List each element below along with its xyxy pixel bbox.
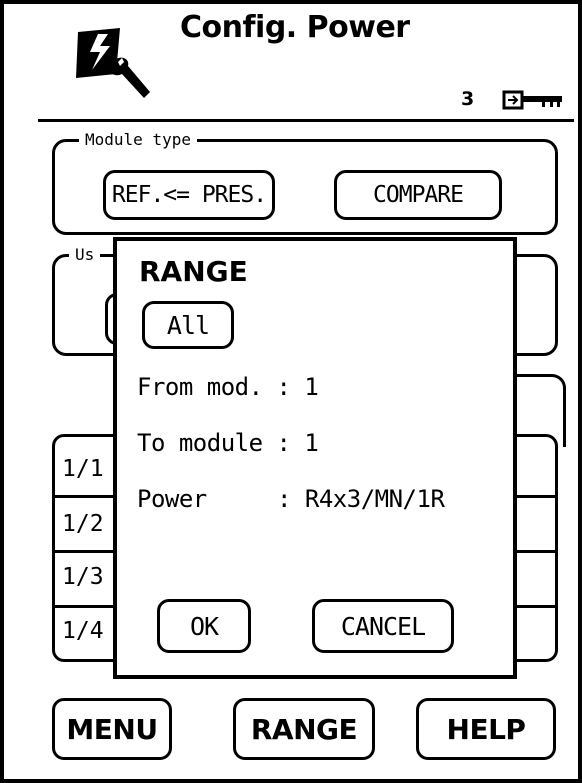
all-button[interactable]: All (142, 301, 234, 349)
config-power-icon (76, 28, 150, 98)
dialog-title: RANGE (139, 255, 248, 288)
from-module-label: From mod. : 1 (137, 373, 319, 401)
table-row-label[interactable]: 1/2 (62, 511, 104, 537)
table-row-label[interactable]: 1/3 (62, 564, 104, 590)
help-button[interactable]: HELP (416, 698, 556, 760)
compare-button[interactable]: COMPARE (334, 170, 502, 220)
page-title: Config. Power (180, 10, 410, 45)
power-label: Power (137, 485, 207, 513)
user-group-legend: Us (69, 245, 101, 264)
table-row-label[interactable]: 1/4 (62, 618, 104, 644)
ok-button[interactable]: OK (157, 599, 251, 653)
screen-frame: Config. Power 3 Module type REF.<= PRES.… (0, 0, 582, 783)
menu-button[interactable]: MENU (52, 698, 172, 760)
range-button[interactable]: RANGE (233, 698, 375, 760)
to-module-label: To module : 1 (137, 429, 319, 457)
header-divider (38, 119, 574, 122)
key-count: 3 (461, 88, 475, 110)
table-row-label[interactable]: 1/1 (62, 456, 104, 482)
module-type-group: Module type REF.<= PRES. COMPARE (52, 130, 558, 235)
key-icon (502, 90, 562, 110)
range-dialog: RANGE All From mod. : 1 To module : 1 Po… (113, 237, 517, 679)
ref-pres-button[interactable]: REF.<= PRES. (103, 170, 275, 220)
power-value: : R4x3/MN/1R (277, 485, 445, 513)
module-type-legend: Module type (79, 130, 197, 149)
cancel-button[interactable]: CANCEL (312, 599, 454, 653)
